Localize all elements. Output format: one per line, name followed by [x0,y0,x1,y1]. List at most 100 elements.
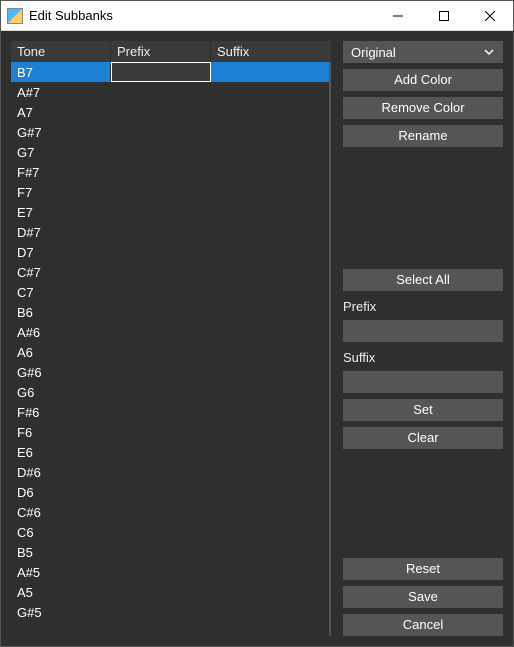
rename-button[interactable]: Rename [343,125,503,147]
prefix-input[interactable] [343,320,503,342]
table-row[interactable]: C6 [11,522,329,542]
prefix-cell [111,211,211,213]
tone-cell: G#5 [11,604,111,621]
tone-cell: A#6 [11,324,111,341]
prefix-cell [111,591,211,593]
reset-button[interactable]: Reset [343,558,503,580]
table-row[interactable]: A6 [11,342,329,362]
suffix-cell [211,271,329,273]
table-row[interactable]: C#6 [11,502,329,522]
tone-cell: G7 [11,144,111,161]
prefix-cell [111,531,211,533]
tone-cell: A#7 [11,84,111,101]
tone-cell: F#7 [11,164,111,181]
prefix-cell [111,151,211,153]
chevron-down-icon [483,46,495,58]
color-select-value: Original [351,45,396,60]
prefix-cell [111,391,211,393]
tone-cell: A7 [11,104,111,121]
side-panel: Original Add Color Remove Color Rename S… [343,41,503,636]
suffix-cell [211,71,329,73]
save-button[interactable]: Save [343,586,503,608]
remove-color-button[interactable]: Remove Color [343,97,503,119]
table-row[interactable]: G7 [11,142,329,162]
table-row[interactable]: G6 [11,382,329,402]
maximize-button[interactable] [421,1,467,31]
table-row[interactable]: A#7 [11,82,329,102]
tone-cell: C6 [11,524,111,541]
table-row[interactable]: A#6 [11,322,329,342]
prefix-cell [111,451,211,453]
suffix-cell [211,291,329,293]
set-button[interactable]: Set [343,399,503,421]
suffix-cell [211,171,329,173]
client-area: Tone Prefix Suffix B7 A#7 A7G#7 G7 F#7 F7E7 D#… [1,31,513,646]
add-color-button[interactable]: Add Color [343,69,503,91]
column-header-tone[interactable]: Tone [11,41,111,62]
suffix-cell [211,191,329,193]
minimize-icon [393,11,403,21]
tone-cell: B5 [11,544,111,561]
tone-cell: D6 [11,484,111,501]
close-button[interactable] [467,1,513,31]
cancel-button[interactable]: Cancel [343,614,503,636]
clear-button[interactable]: Clear [343,427,503,449]
tone-cell: D#7 [11,224,111,241]
tone-cell: G6 [11,384,111,401]
table-row[interactable]: B6 [11,302,329,322]
tone-cell: B6 [11,304,111,321]
table-body[interactable]: B7 A#7 A7G#7 G7 F#7 F7E7 D#7D7C#7C7 B6 A#6A6G#6 G… [11,62,331,636]
tone-cell: F#6 [11,404,111,421]
bottom-buttons: Reset Save Cancel [343,558,503,636]
tone-table: Tone Prefix Suffix B7 A#7 A7G#7 G7 F#7 F7E7 D#… [11,41,331,636]
table-row[interactable]: C#7 [11,262,329,282]
table-row[interactable]: B7 [11,62,329,82]
column-header-prefix[interactable]: Prefix [111,41,211,62]
table-row[interactable]: G#6 [11,362,329,382]
table-row[interactable]: D7 [11,242,329,262]
suffix-cell [211,91,329,93]
tone-cell: F7 [11,184,111,201]
suffix-cell [211,351,329,353]
table-row[interactable]: D#6 [11,462,329,482]
table-row[interactable]: D6 [11,482,329,502]
color-select[interactable]: Original [343,41,503,63]
table-row[interactable]: E7 [11,202,329,222]
tone-cell: D#6 [11,464,111,481]
minimize-button[interactable] [375,1,421,31]
table-header: Tone Prefix Suffix [11,41,331,62]
prefix-cell [111,371,211,373]
table-row[interactable]: B5 [11,542,329,562]
prefix-cell [111,411,211,413]
table-row[interactable]: A5 [11,582,329,602]
table-row[interactable]: F6 [11,422,329,442]
column-header-suffix[interactable]: Suffix [211,41,331,62]
prefix-cell [111,191,211,193]
suffix-cell [211,571,329,573]
table-row[interactable]: F7 [11,182,329,202]
table-row[interactable]: F#6 [11,402,329,422]
tone-cell: A5 [11,584,111,601]
suffix-cell [211,431,329,433]
table-row[interactable]: C7 [11,282,329,302]
select-all-button[interactable]: Select All [343,269,503,291]
prefix-cell [111,571,211,573]
suffix-cell [211,311,329,313]
table-row[interactable]: D#7 [11,222,329,242]
suffix-cell [211,591,329,593]
maximize-icon [439,11,449,21]
window: Edit Subbanks Tone Prefix Suffix B7A#7A7… [0,0,514,647]
table-row[interactable]: G#7 [11,122,329,142]
table-row[interactable]: A#5 [11,562,329,582]
table-row[interactable]: G#5 [11,602,329,622]
prefix-cell-editing[interactable] [111,62,211,82]
suffix-cell [211,511,329,513]
table-row[interactable]: E6 [11,442,329,462]
prefix-cell [111,331,211,333]
table-row[interactable]: F#7 [11,162,329,182]
suffix-cell [211,451,329,453]
suffix-input[interactable] [343,371,503,393]
prefix-cell [111,511,211,513]
prefix-cell [111,551,211,553]
table-row[interactable]: A7 [11,102,329,122]
